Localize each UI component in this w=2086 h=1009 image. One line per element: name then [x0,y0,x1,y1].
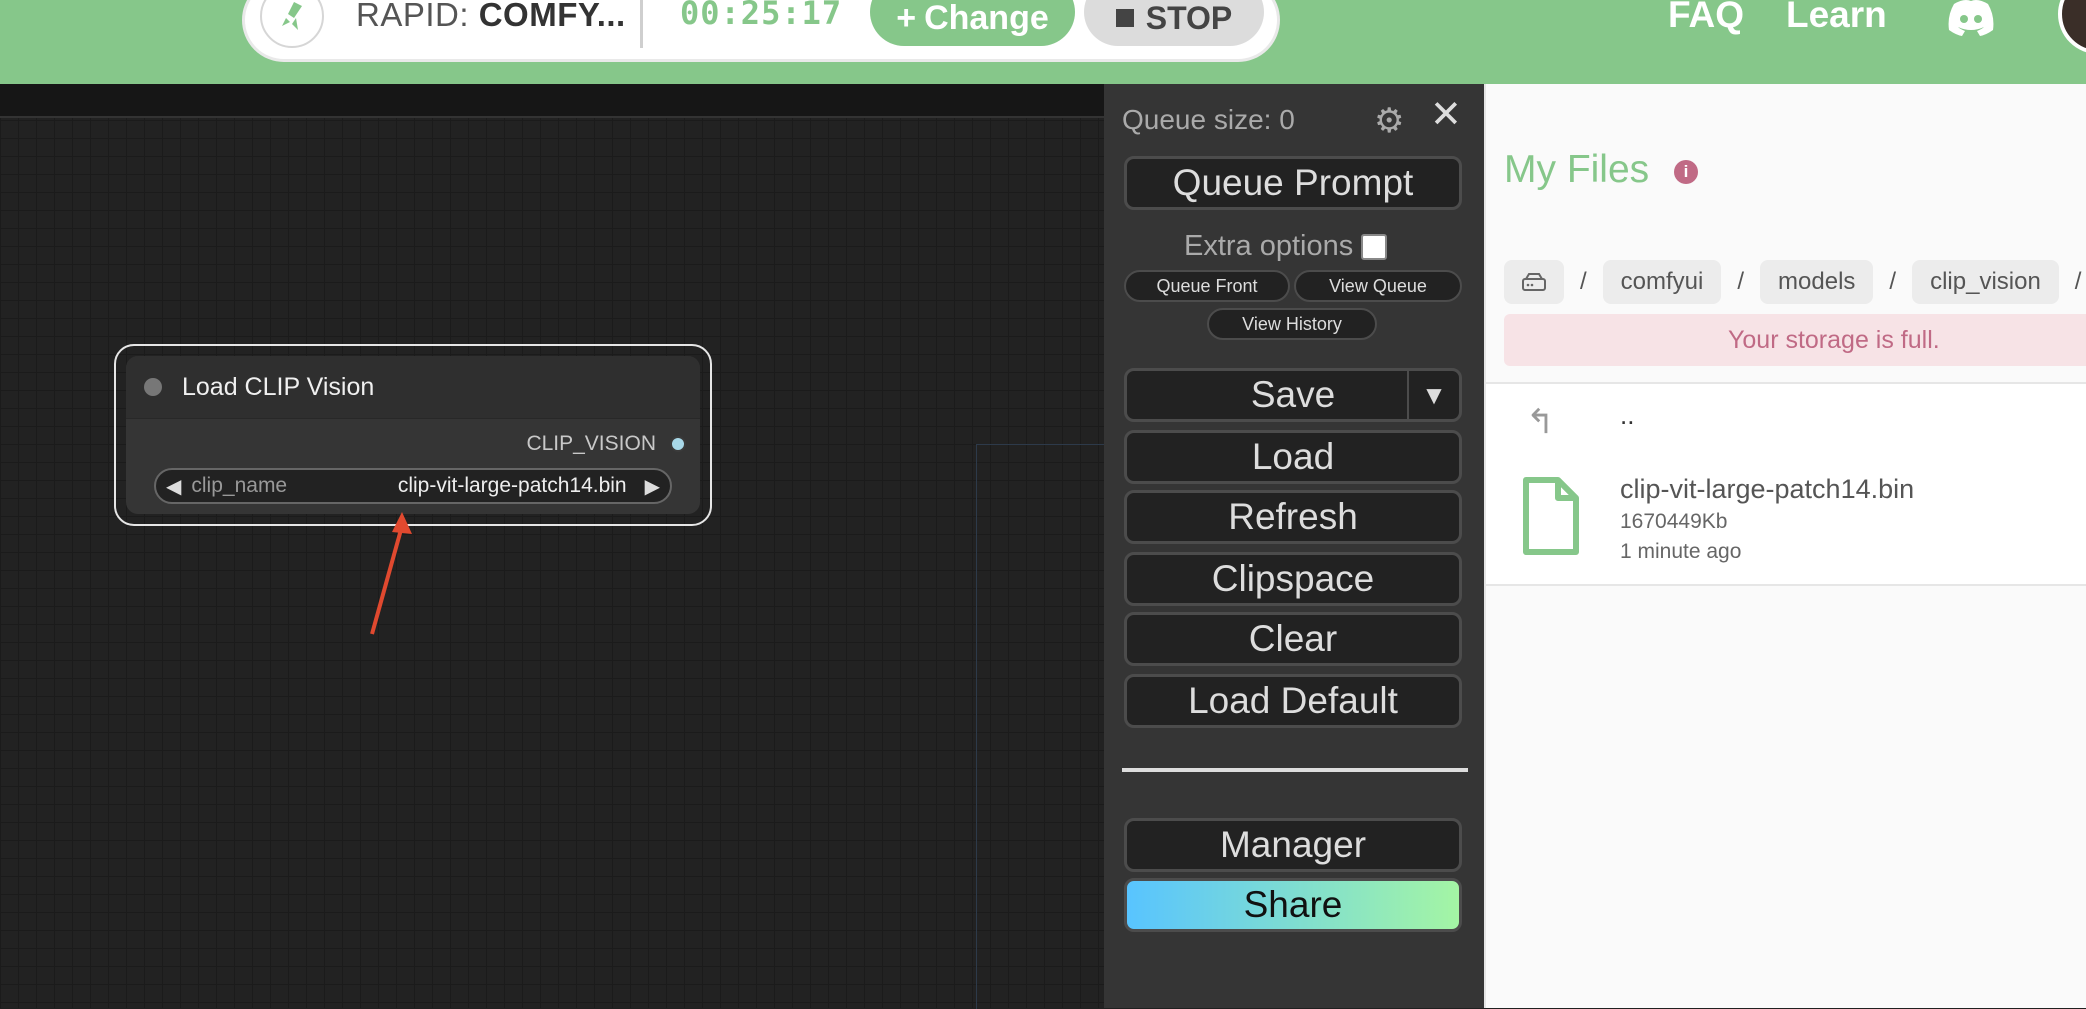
files-title: My Files [1504,148,1650,191]
combo-value: clip-vit-large-patch14.bin [397,474,627,497]
output-label: CLIP_VISION [526,432,656,455]
parent-folder-label: .. [1620,400,1635,430]
change-button[interactable]: + Change [870,0,1075,46]
back-arrow-icon: ↰ [1526,403,1555,441]
node-collapse-dot[interactable] [144,378,162,396]
gear-icon[interactable]: ⚙ [1374,104,1404,138]
stop-button[interactable]: STOP [1084,0,1264,46]
close-icon[interactable]: ✕ [1430,96,1462,134]
comfy-menu: Queue size: 0 ⚙ ✕ Queue Prompt Extra opt… [1104,84,1484,1008]
file-size: 1670449Kb [1620,510,1728,533]
clear-button[interactable]: Clear [1124,612,1462,666]
app-title: RAPID: COMFY... [356,0,626,34]
plus-icon: + [896,0,917,37]
drive-icon[interactable] [1504,260,1564,304]
save-label: Save [1250,374,1336,415]
load-default-button[interactable]: Load Default [1124,674,1462,728]
top-bar: RAPID: COMFY... 00:25:17 + Change STOP F… [0,0,2086,84]
node-header[interactable]: Load CLIP Vision [126,356,700,419]
node-output: CLIP_VISION [526,432,686,456]
save-dropdown-icon[interactable]: ▼ [1407,371,1459,419]
manager-button[interactable]: Manager [1124,818,1462,872]
storage-full-alert: Your storage is full. [1504,314,2086,366]
learn-link[interactable]: Learn [1786,0,1887,36]
faq-link[interactable]: FAQ [1668,0,1744,36]
user-avatar[interactable] [2058,0,2086,54]
file-modified: 1 minute ago [1620,540,1742,563]
parent-folder-row[interactable]: ↰ .. [1486,382,2086,456]
breadcrumb-comfyui[interactable]: comfyui [1602,260,1722,304]
breadcrumb-separator: / [1737,268,1745,295]
view-history-button[interactable]: View History [1207,308,1377,340]
menu-divider [1122,768,1468,772]
group-outline [976,444,1105,1009]
queue-prompt-button[interactable]: Queue Prompt [1124,156,1462,210]
breadcrumb-separator: / [1889,268,1897,295]
save-button[interactable]: Save ▼ [1124,368,1462,422]
file-row[interactable]: clip-vit-large-patch14.bin 1670449Kb 1 m… [1486,454,2086,586]
queue-size-label: Queue size: 0 [1122,104,1295,135]
breadcrumb-separator: / [2074,268,2082,295]
app-prefix: RAPID: [356,0,470,33]
my-files-panel: My Files i / comfyui / models / clip_vis… [1484,84,2086,1008]
session-timer: 00:25:17 [680,0,843,32]
share-button[interactable]: Share [1124,878,1462,932]
breadcrumb-separator: / [1580,268,1587,295]
breadcrumb-models[interactable]: models [1760,260,1874,304]
divider [640,0,643,48]
load-button[interactable]: Load [1124,430,1462,484]
combo-name: clip_name [191,474,288,497]
canvas-toolbar-strip [0,84,1104,118]
extra-options: Extra options [1184,230,1388,263]
stop-label: STOP [1145,0,1233,36]
extra-options-checkbox[interactable] [1361,233,1388,260]
view-queue-button[interactable]: View Queue [1294,270,1462,302]
extra-options-label: Extra options [1184,230,1354,262]
output-slot[interactable] [670,436,686,452]
clip-name-combo[interactable]: ◀ clip_name clip-vit-large-patch14.bin ▶ [154,468,672,504]
stop-icon [1115,9,1134,27]
discord-icon[interactable] [1946,0,1996,41]
load-clip-vision-node[interactable]: Load CLIP Vision CLIP_VISION ◀ clip_name… [114,344,712,526]
queue-front-button[interactable]: Queue Front [1124,270,1290,302]
breadcrumb-clip-vision[interactable]: clip_vision [1912,260,2059,304]
node-body: Load CLIP Vision CLIP_VISION ◀ clip_name… [126,356,700,514]
info-icon[interactable]: i [1674,160,1698,184]
clipspace-button[interactable]: Clipspace [1124,552,1462,606]
node-title: Load CLIP Vision [182,372,375,401]
file-name: clip-vit-large-patch14.bin [1620,474,1915,504]
combo-prev-icon[interactable]: ◀ [166,474,181,499]
breadcrumb: / comfyui / models / clip_vision / [1504,260,2086,304]
refresh-button[interactable]: Refresh [1124,490,1462,544]
graph-canvas[interactable] [0,84,1104,1008]
combo-next-icon[interactable]: ▶ [645,474,660,499]
file-icon [1520,476,1580,561]
change-label: Change [924,0,1049,37]
app-name: COMFY... [478,0,626,33]
